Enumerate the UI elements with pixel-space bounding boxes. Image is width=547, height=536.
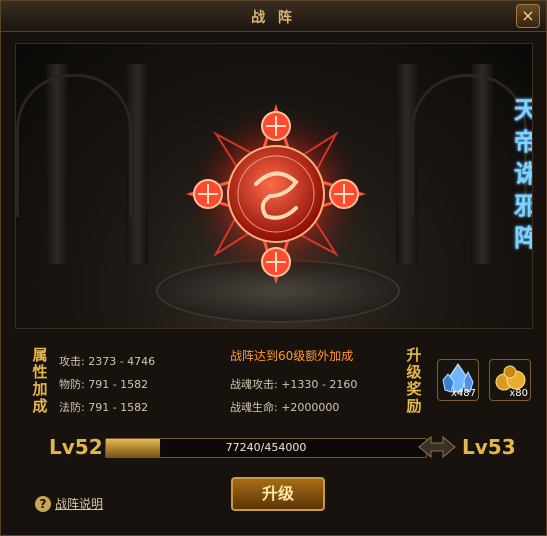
array-name: 天 帝 诛 邪 阵: [506, 94, 532, 254]
array-name-char: 阵: [514, 222, 532, 254]
attributes-label-char: 成: [32, 397, 48, 415]
array-name-char: 邪: [514, 190, 532, 222]
reward-count: x80: [509, 388, 528, 399]
attributes-label-char: 性: [32, 363, 48, 381]
exp-progress-text: 77240/454000: [225, 441, 307, 454]
exp-progress-bar: 77240/454000: [105, 438, 427, 458]
bonus-soul-life: 战魂生命: +2000000: [230, 401, 340, 414]
bonus-heading: 战阵达到60级额外加成: [230, 349, 354, 363]
help-link-label: 战阵说明: [55, 497, 104, 511]
array-emblem-icon: [186, 104, 366, 284]
help-link[interactable]: ? 战阵说明: [35, 495, 103, 512]
window-title: 战 阵: [251, 10, 296, 26]
bonus-soul-attack: 战魂攻击: +1330 - 2160: [230, 378, 358, 391]
attributes-label-char: 加: [32, 380, 48, 398]
upgrade-button[interactable]: 升级: [231, 477, 325, 511]
rewards-label-char: 奖: [406, 380, 422, 398]
formation-window: 战 阵 × 属 性 加 成 攻击: 2373 - 4746 物防: 791 - …: [0, 0, 547, 536]
next-level: Lv53: [462, 435, 516, 459]
rewards-label-char: 级: [406, 363, 422, 381]
current-level: Lv52: [49, 435, 103, 459]
array-name-char: 天: [514, 94, 532, 126]
title-bar: 战 阵 ×: [1, 1, 546, 32]
attribute-physical-defense: 物防: 791 - 1582: [59, 378, 149, 391]
rewards-label-char: 升: [406, 346, 422, 364]
arch: [16, 74, 132, 217]
formation-scene: 天 帝 诛 邪 阵: [15, 43, 533, 329]
attributes-label: 属 性 加 成: [29, 347, 51, 415]
rewards-label-char: 励: [406, 397, 422, 415]
help-question-icon: ?: [35, 495, 51, 512]
next-level-arrow-icon: [418, 435, 456, 459]
info-panel: 属 性 加 成 攻击: 2373 - 4746 物防: 791 - 1582 法…: [15, 335, 531, 425]
attribute-attack: 攻击: 2373 - 4746: [59, 355, 156, 368]
rewards-label: 升 级 奖 励: [403, 347, 425, 415]
attribute-magic-defense: 法防: 791 - 1582: [59, 401, 149, 414]
reward-item-gold[interactable]: x80: [489, 359, 531, 401]
attributes-label-char: 属: [32, 346, 48, 364]
reward-count: x487: [450, 388, 476, 399]
array-name-char: 诛: [514, 158, 532, 190]
reward-item-crystal[interactable]: x487: [437, 359, 479, 401]
close-button[interactable]: ×: [516, 4, 540, 28]
array-name-char: 帝: [514, 126, 532, 158]
